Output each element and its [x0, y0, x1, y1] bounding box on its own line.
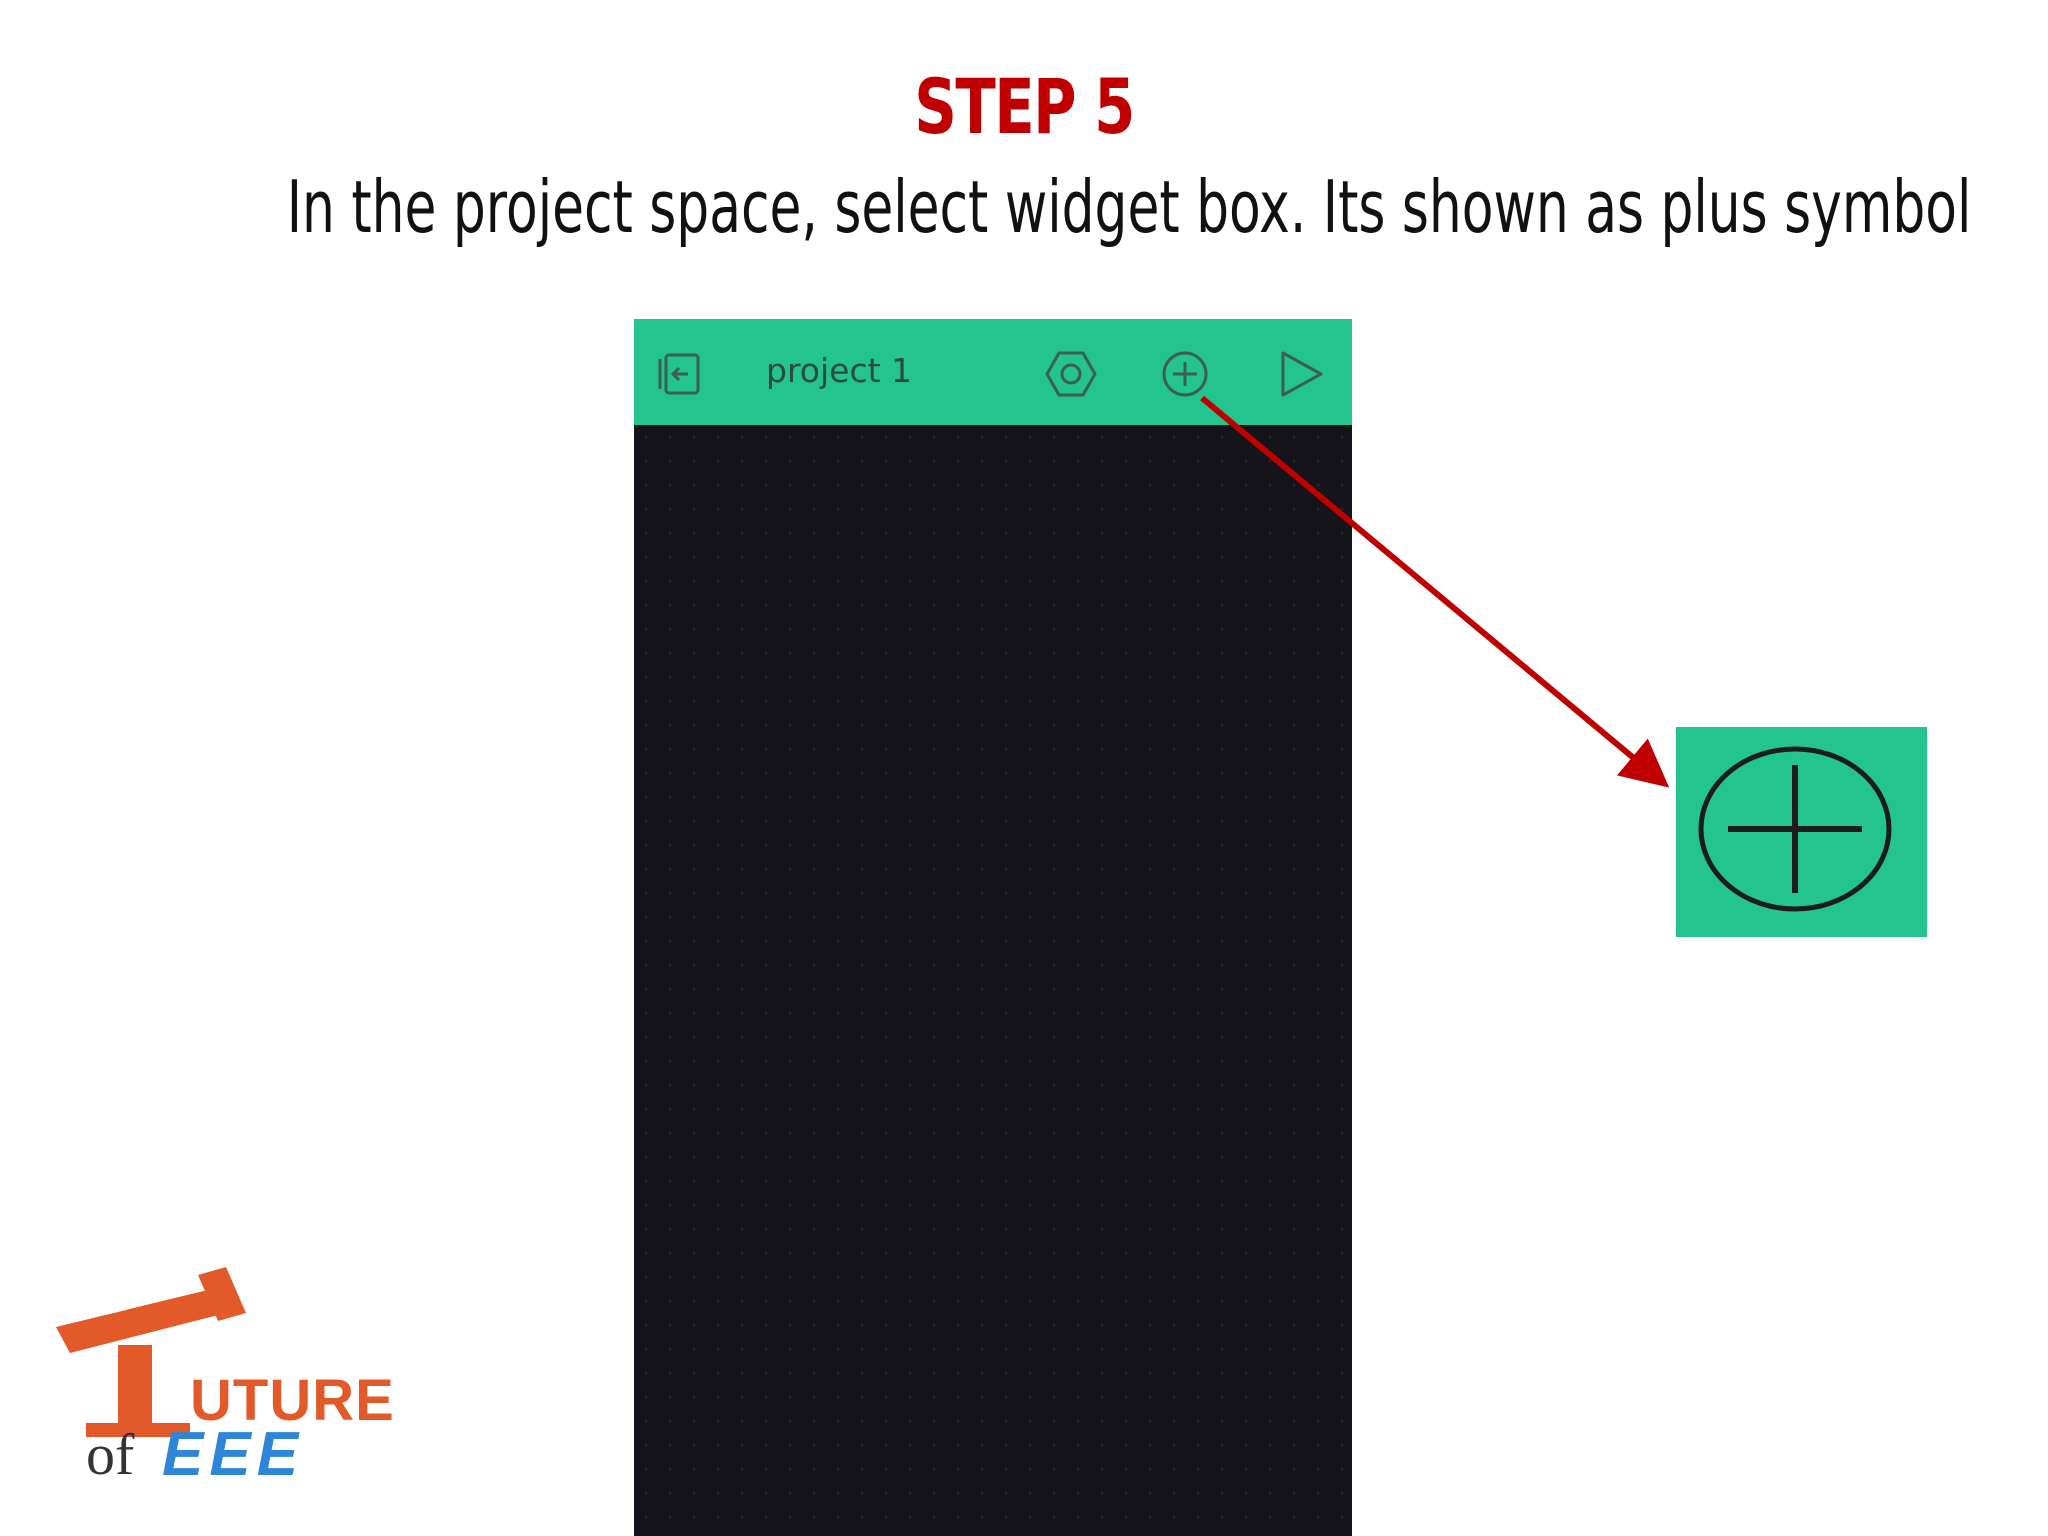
hexagon-settings-icon[interactable] — [1044, 347, 1098, 401]
logo-word-eee: EEE — [162, 1420, 305, 1489]
plus-circle-icon — [1698, 746, 1892, 912]
plus-circle-icon[interactable] — [1158, 347, 1212, 401]
project-canvas[interactable] — [634, 425, 1352, 1536]
play-icon[interactable] — [1274, 347, 1328, 401]
zoomed-widget-box — [1676, 727, 1927, 937]
phone-screenshot: project 1 — [634, 319, 1352, 1536]
step-title: STEP 5 — [914, 62, 1135, 151]
slide: STEP 5 In the project space, select widg… — [0, 0, 2048, 1536]
exit-project-icon[interactable] — [652, 347, 706, 401]
logo-word-of: of — [86, 1422, 135, 1487]
instruction-text: In the project space, select widget box.… — [286, 165, 1972, 249]
project-toolbar: project 1 — [634, 319, 1352, 425]
project-name[interactable]: project 1 — [766, 347, 912, 395]
future-of-eee-logo: UTURE of EEE — [50, 1265, 450, 1495]
